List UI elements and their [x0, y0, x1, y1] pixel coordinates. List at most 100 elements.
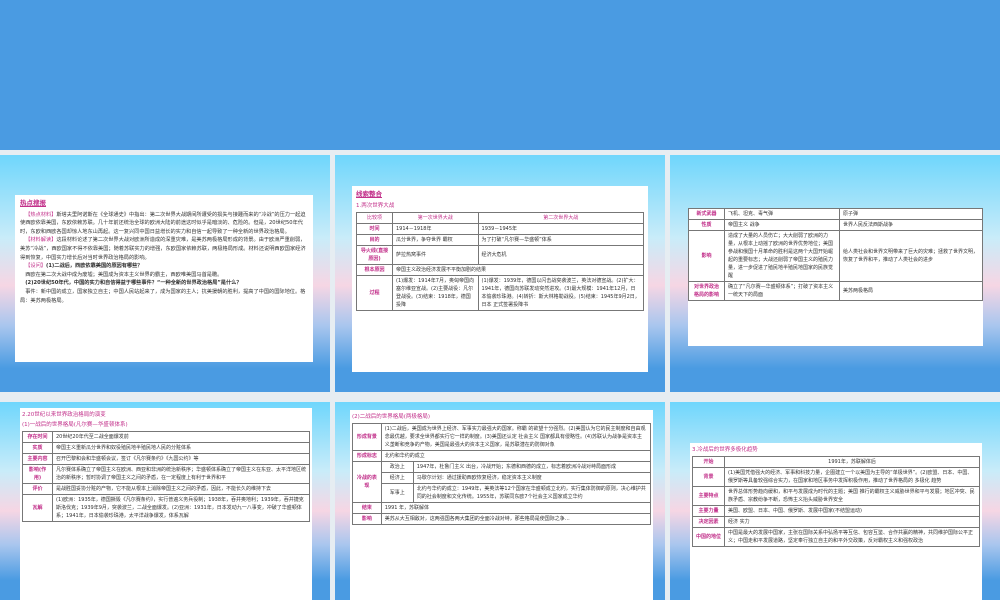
table-row: 存在时间 20世纪20年代至二战全面爆发前 [22, 431, 310, 444]
row-label: 导火线(直接原因) [356, 244, 393, 265]
row-label: 决定因素 [691, 516, 726, 529]
table-row: 结束 1991 年，苏联解体 [352, 502, 652, 515]
section-heading: 2.20世纪以来世界政治格局的演变 [22, 412, 106, 418]
material-text: 斯塔夫里阿诺斯在《全球通史》中指出：第二次世界大战期间所遭受的损失与接踵而来的“… [20, 211, 306, 235]
table-cell: 世界人民反法西斯战争 [839, 219, 983, 231]
slide-world-wars-cont[interactable]: 新式武器 飞机、坦克、毒气弹 原子弹 性质 帝国主义 战争 世界人民反法西斯战争 影响造… [670, 155, 1000, 392]
table-row: 时间 1914－1918年 1939－1945年 [356, 222, 645, 235]
row-label: 评价 [22, 483, 53, 496]
table-cell: 经济 实力 [724, 516, 980, 529]
table-cell: 瓜分世界，争夺世界 霸权 [392, 233, 479, 246]
hot-topic-title: 热点搜报 [20, 199, 46, 207]
table-cell: 美国、欧盟、日本、中国、俄罗斯、发展中国家(不结盟运动) [724, 505, 980, 518]
table-cell: 北约和华约的成立 [380, 450, 652, 463]
table-row: 影响(作用) 凡尔赛体系确立了帝国主义在欧洲、西亚和非洲的统治新秩序；华盛顿体系确… [22, 464, 310, 485]
table-row: 军事上 北约与华约的成立：1949年，美英法等12个国家在华盛顿成立北约，实行集体… [353, 483, 652, 504]
material-tag: 【热点材料】 [25, 211, 57, 218]
table-row: 根本原因 帝国主义政治经济发展不平衡加剧的结果 [356, 263, 644, 276]
table-cell: 1947年，杜鲁门主义 出台，冷战开始；东德和西德的成立，标志着欧洲冷战对峙局面… [412, 461, 652, 474]
question-1: (1)二战后，西欧依靠美国的原因有哪些？ [45, 263, 143, 270]
table-row: 经济上 马歇尔计划：通过援助西欧恢复经济，稳定资本主义制度 [353, 472, 652, 485]
subsection-heading: (1)一战后的世界格局(凡尔赛—华盛顿体系) [22, 422, 128, 429]
row-label: 影响 [352, 513, 382, 526]
table-row: 形成标志 北约和华约的成立 [352, 450, 652, 463]
table-cell: 原子弹 [839, 208, 983, 220]
table-cell: 世界总体形势趋向缓和，和平与发展成为时代的主题；美国 推行的霸权主义威胁世界和平… [724, 486, 980, 507]
row-label: 主要特点 [691, 486, 726, 507]
row-label: 影响(作用) [22, 464, 53, 485]
world-wars-table: 比较项 第一次世界大战 第二次世界大战 时间 1914－1918年 1939－1945年… [356, 211, 645, 311]
answer-2: 事件：新中国的成立，国家独立自主；中国人民站起来了，成为国家的主人；抗美援朝的胜… [20, 288, 306, 304]
table-cell: 1939－1945年 [477, 222, 645, 235]
multipolar-table: 开始 1991年，苏联解体后 背景 (1)美国凭借强大的经济、军事和科技力量，企图建… [691, 456, 980, 548]
bipolar-box: (2)二战后的世界格局(两极格局) 形成背景 (1)二战后，美国成为世界上经济、军… [350, 410, 653, 600]
row-label: 中国的地位 [691, 527, 726, 548]
table-cell: 1991 年，苏联解体 [380, 502, 652, 515]
table-cell: 召开巴黎和会和华盛顿会议，签订《凡尔赛条约》《九国公约》等 [52, 453, 310, 466]
table-cell: 美苏两极格局 [839, 281, 983, 301]
answer-1: 西欧在第二次大战中成为废墟；美国成为资本主义世界的霸主，西欧唯美国马首是瞻。 [25, 271, 223, 278]
row-label: 新式武器 [688, 208, 725, 220]
table-cell: 是战胜国妥协分赃的产物，它不能从根本上消除帝国主义之间的矛盾，因此，不能长久的维… [52, 483, 310, 496]
table-cell: 帝国主义重新瓜分世界和奴役殖民地半殖民地人民的分赃体系 [52, 442, 310, 455]
section-heading: 1.两次世界大战 [356, 202, 395, 209]
header-item: 比较项 [356, 211, 393, 224]
slide-post-ww1-order[interactable]: 2.20世纪以来世界政治格局的演变 (1)一战后的世界格局(凡尔赛—华盛顿体系)… [0, 402, 330, 600]
table-row: 瓦解 (1)欧洲：1935年，德国撕毁《凡尔赛条约》，实行普遍义务兵役制；1938… [22, 494, 310, 523]
table-row: 主要内容 召开巴黎和会和华盛顿会议，签订《凡尔赛条约》《九国公约》等 [22, 453, 310, 466]
slide-world-wars[interactable]: 线索整合 1.两次世界大战 比较项 第一次世界大战 第二次世界大战 时间 1914－1… [335, 155, 665, 392]
table-row: 背景 (1)美国凭借强大的经济、军事和科技力量，企图建立一个以美国为主导的“单极世… [691, 467, 980, 488]
table-row: 决定因素 经济 实力 [691, 516, 980, 529]
row-label: 形成背景 [352, 423, 382, 452]
table-cell: 飞机、坦克、毒气弹 [724, 208, 840, 220]
table-cell: 1914－1918年 [392, 222, 479, 235]
row-label: 形成标志 [352, 450, 382, 463]
row-label: 时间 [356, 222, 393, 235]
table-row: 主要特点 世界总体形势趋向缓和，和平与发展成为时代的主题；美国 推行的霸权主义威胁… [691, 486, 980, 507]
hot-topic-box: 热点搜报 【热点材料】斯塔夫里阿诺斯在《全球通史》中指出：第二次世界大战期间所遭… [15, 195, 313, 362]
row-label: 根本原因 [356, 263, 393, 276]
row-label: 背景 [691, 467, 726, 488]
table-row: 性质 帝国主义 战争 世界人民反法西斯战争 [688, 219, 983, 231]
slide-bipolar-order[interactable]: (2)二战后的世界格局(两极格局) 形成背景 (1)二战后，美国成为世界上经济、军… [335, 402, 665, 600]
table-cell: 经济大危机 [477, 244, 645, 265]
table-cell: (1)爆发：1939年，德国以闪击战突袭波兰，英法对德宣战。(2)扩大：1941… [477, 274, 645, 311]
clue-title: 线索整合 [356, 190, 382, 198]
row-label: 目的 [356, 233, 393, 246]
multipolar-box: 3.冷战后的世界多极化趋势 开始 1991年，苏联解体后 背景 (1)美国凭借强大的… [690, 443, 982, 600]
table-row: 开始 1991年，苏联解体后 [691, 456, 980, 469]
row-label: 主要内容 [22, 453, 53, 466]
table-cell: 中国是最大的发展中国家，主张在国际关系中弘扬平等互信、包容互鉴、合作共赢的精神，… [724, 527, 980, 548]
table-row: 对世界政治格局的影响 确立了“凡尔赛—华盛顿体系”；打破了资本主义一统天下的局面美… [688, 281, 983, 301]
table-cell: 经济上 [380, 472, 414, 485]
slide-hot-topic[interactable]: 热点搜报 【热点材料】斯塔夫里阿诺斯在《全球通史》中指出：第二次世界大战期间所遭… [0, 155, 330, 392]
world-wars-box: 线索整合 1.两次世界大战 比较项 第一次世界大战 第二次世界大战 时间 1914－1… [352, 186, 648, 372]
table-row: 评价 是战胜国妥协分赃的产物，它不能从根本上消除帝国主义之间的矛盾，因此，不能长久… [22, 483, 310, 496]
table-cell: 北约与华约的成立：1949年，美英法等12个国家在华盛顿成立北约，实行集体防御的… [412, 483, 652, 504]
table-cell: 帝国主义 战争 [724, 219, 840, 231]
header-ww2: 第二次世界大战 [477, 211, 645, 224]
section-heading: 3.冷战后的世界多极化趋势 [692, 447, 758, 453]
subsection-heading: (2)二战后的世界格局(两极格局) [352, 414, 431, 420]
row-label: 过程 [356, 274, 393, 311]
table-cell: 确立了“凡尔赛—华盛顿体系”；打破了资本主义一统天下的局面 [724, 281, 840, 301]
table-cell: 1991年，苏联解体后 [724, 456, 980, 469]
table-cell: 为了打破“凡尔赛—华盛顿”体系 [477, 233, 645, 246]
table-row: 冷战的表现 政治上 1947年，杜鲁门主义 出台，冷战开始；东德和西德的成立，标志着… [352, 461, 652, 504]
row-label: 实质 [22, 442, 53, 455]
table-cell: (1)美国凭借强大的经济、军事和科技力量，企图建立一个以美国为主导的“单极世界”… [724, 467, 980, 488]
row-label: 开始 [691, 456, 726, 469]
header-ww1: 第一次世界大战 [392, 211, 479, 224]
question-tag: 【设问】 [25, 263, 46, 270]
row-label: 性质 [688, 219, 725, 231]
table-row: 过程 (1)爆发：1914年7月，奥匈帝国向塞尔维亚宣战。(2)主要战役：凡尔登战… [356, 274, 645, 311]
table-cell: (1)欧洲：1935年，德国撕毁《凡尔赛条约》，实行普遍义务兵役制；1938年，… [52, 494, 310, 523]
slide-multipolar-trend[interactable]: 3.冷战后的世界多极化趋势 开始 1991年，苏联解体后 背景 (1)美国凭借强大的… [670, 402, 1000, 600]
analysis-tag: 【材料解读】 [25, 237, 57, 244]
row-label: 结束 [352, 502, 382, 515]
row-label: 存在时间 [22, 431, 53, 444]
table-row: 主要力量 美国、欧盟、日本、中国、俄罗斯、发展中国家(不结盟运动) [691, 505, 980, 518]
question-2: (2)20世纪50年代，中国的实力和自信得益于哪些事件？“一种全新的世界政治格局… [25, 280, 242, 287]
table-cell: 造成了大量的人员伤亡；大大削弱了欧洲的力量，从根本上动摇了欧洲的世界优势地位；美… [724, 230, 840, 282]
table-cell: 20世纪20年代至二战全面爆发前 [52, 431, 310, 444]
